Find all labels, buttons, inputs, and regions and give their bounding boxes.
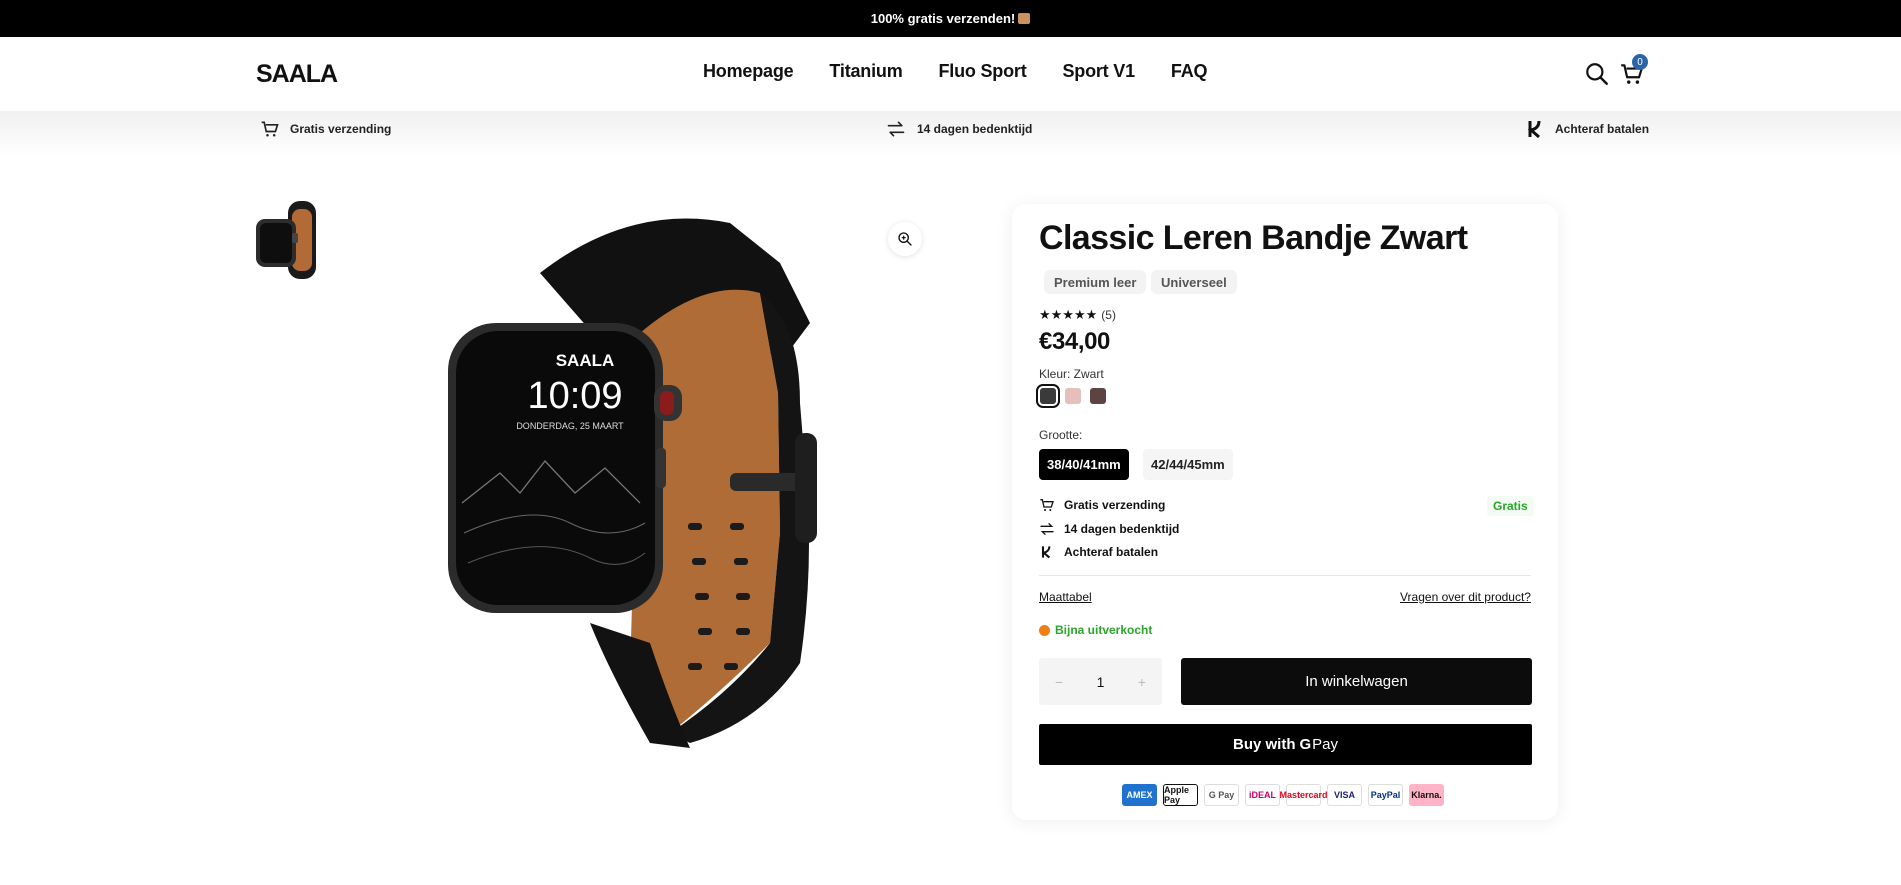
box-emoji-icon — [1018, 13, 1031, 24]
nav-faq[interactable]: FAQ — [1171, 61, 1208, 82]
gratis-badge: Gratis — [1487, 496, 1534, 516]
stock-dot-icon — [1039, 624, 1050, 636]
swatch-bruin[interactable] — [1090, 388, 1106, 404]
product-thumbnail[interactable] — [252, 197, 328, 283]
klarna-k-icon — [1527, 120, 1541, 139]
color-label: Kleur: Zwart — [1039, 367, 1104, 381]
rating-count: (5) — [1101, 308, 1116, 322]
increase-button[interactable]: + — [1138, 674, 1146, 690]
nav-homepage[interactable]: Homepage — [703, 61, 794, 82]
cart-icon — [1040, 499, 1054, 511]
stock-text: Bijna uitverkocht — [1055, 623, 1153, 637]
usp-bar: Gratis verzending 14 dagen bedenktijd Ac… — [0, 111, 1901, 157]
product-title: Classic Leren Bandje Zwart — [1039, 219, 1468, 257]
amex-icon: AMEX — [1122, 784, 1157, 806]
saala-logo[interactable]: SAALA — [256, 58, 344, 88]
perk-return: 14 dagen bedenktijd — [1039, 521, 1179, 537]
star-icons: ★★★★★ — [1039, 307, 1098, 322]
mastercard-icon: Mastercard — [1279, 784, 1328, 806]
main-nav: Homepage Titanium Fluo Sport Sport V1 FA… — [703, 61, 1243, 82]
add-to-cart-button[interactable]: In winkelwagen — [1181, 658, 1532, 705]
google-pay-button[interactable]: Buy with G Pay — [1039, 724, 1532, 765]
perk-klarna-label: Achteraf batalen — [1064, 545, 1159, 559]
usp-return: 14 dagen bedenktijd — [885, 119, 1032, 139]
logo-text: SAALA — [256, 60, 338, 88]
exchange-icon — [887, 121, 905, 137]
perk-shipping-label: Gratis verzending — [1064, 498, 1166, 512]
site-header: SAALA Homepage Titanium Fluo Sport Sport… — [0, 37, 1901, 111]
nav-sport-v1[interactable]: Sport V1 — [1062, 61, 1135, 82]
watch-brand: SAALA — [556, 351, 615, 370]
visa-icon: VISA — [1327, 784, 1362, 806]
tag-premium-leer: Premium leer — [1044, 270, 1147, 294]
size-38-40-41[interactable]: 38/40/41mm — [1039, 449, 1129, 480]
klarna-icon: Klarna. — [1409, 784, 1444, 806]
cart-count-badge: 0 — [1632, 54, 1648, 70]
pay-label: Pay — [1312, 736, 1339, 753]
cart-icon — [261, 121, 279, 137]
stock-status: Bijna uitverkocht — [1039, 623, 1152, 637]
swatch-zwart[interactable] — [1036, 384, 1060, 408]
size-42-44-45[interactable]: 42/44/45mm — [1143, 449, 1233, 480]
klarna-k-icon — [1041, 546, 1051, 559]
google-g-icon: G — [1299, 736, 1312, 753]
nav-fluo-sport[interactable]: Fluo Sport — [939, 61, 1027, 82]
decrease-button[interactable]: − — [1055, 674, 1063, 690]
payment-methods: AMEX Apple Pay G Pay iDEAL Mastercard VI… — [1122, 784, 1444, 806]
rating[interactable]: ★★★★★ (5) — [1039, 307, 1116, 323]
quantity-stepper: − 1 + — [1039, 658, 1162, 705]
tag-universeel: Universeel — [1151, 270, 1237, 294]
product-image: SAALA 10:09 DONDERDAG, 25 MAART — [448, 218, 817, 748]
buy-with-label: Buy with — [1232, 736, 1296, 753]
perk-return-label: 14 dagen bedenktijd — [1064, 522, 1180, 536]
nav-titanium[interactable]: Titanium — [829, 61, 902, 82]
size-label: Grootte: — [1039, 428, 1083, 442]
swatch-roze[interactable] — [1065, 388, 1081, 404]
usp-klarna-label: Achteraf batalen — [1555, 122, 1650, 136]
search-icon[interactable] — [1584, 61, 1610, 87]
ideal-icon: iDEAL — [1245, 784, 1280, 806]
zoom-in-icon — [898, 232, 912, 246]
watch-date: DONDERDAG, 25 MAART — [516, 421, 624, 431]
usp-return-label: 14 dagen bedenktijd — [917, 122, 1033, 136]
product-question-link[interactable]: Vragen over dit product? — [1400, 590, 1531, 604]
watch-time: 10:09 — [527, 375, 622, 417]
paypal-icon: PayPal — [1368, 784, 1403, 806]
google-pay-icon: G Pay — [1204, 784, 1239, 806]
size-chart-link[interactable]: Maattabel — [1039, 590, 1092, 604]
exchange-icon — [1040, 523, 1054, 535]
quantity-value[interactable]: 1 — [1097, 674, 1105, 690]
apple-pay-icon: Apple Pay — [1163, 784, 1198, 806]
perk-shipping: Gratis verzending — [1039, 497, 1165, 513]
product-price: €34,00 — [1039, 328, 1111, 355]
zoom-button[interactable] — [888, 222, 922, 256]
perk-klarna: Achteraf batalen — [1039, 544, 1158, 560]
usp-klarna: Achteraf batalen — [1527, 119, 1649, 139]
usp-shipping-label: Gratis verzending — [290, 122, 392, 136]
divider — [1039, 575, 1531, 576]
announcement-text: 100% gratis verzenden! — [870, 11, 1016, 26]
usp-shipping: Gratis verzending — [260, 119, 391, 139]
announcement-bar: 100% gratis verzenden! — [0, 0, 1901, 37]
